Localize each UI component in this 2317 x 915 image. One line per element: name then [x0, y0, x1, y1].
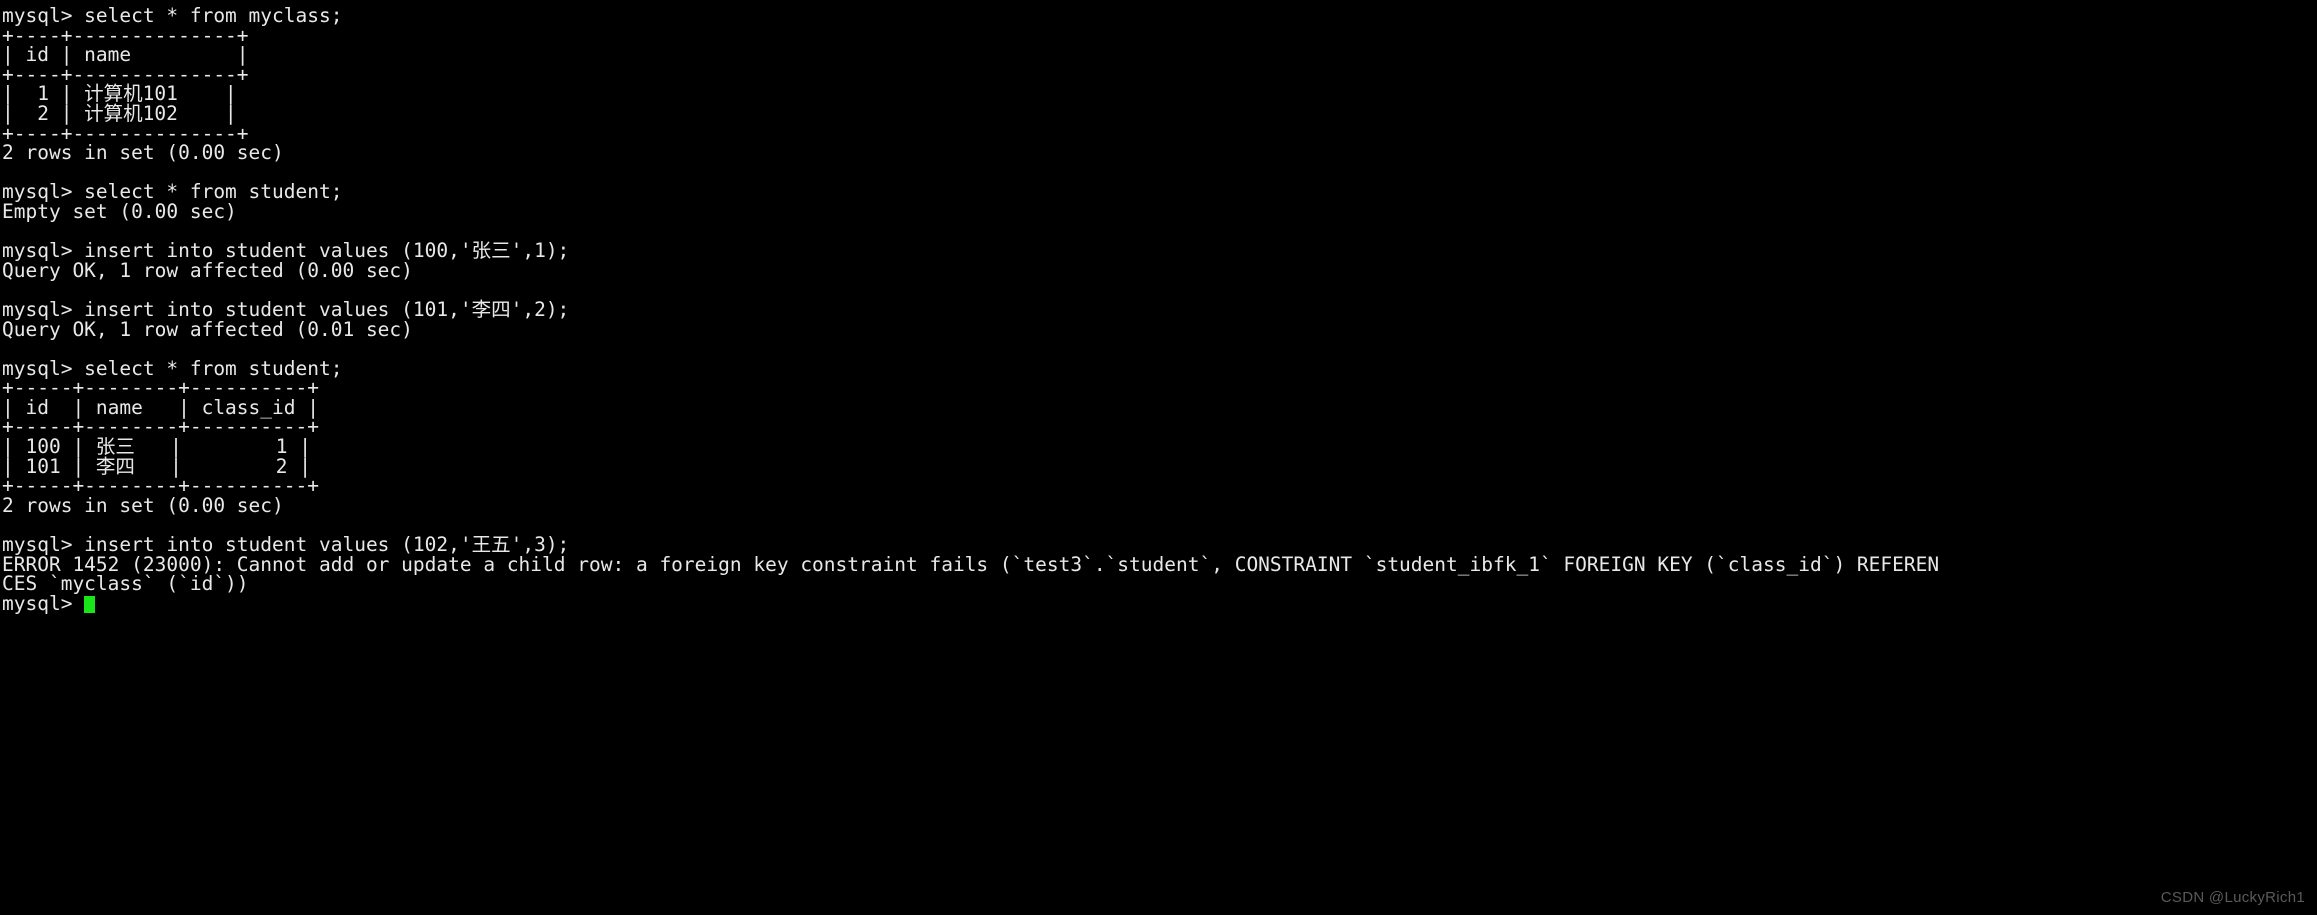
- terminal-output: mysql> select * from myclass; +----+-----…: [2, 6, 2317, 594]
- terminal-line: | id | name | class_id |: [2, 395, 319, 419]
- terminal-line: +-----+--------+----------+: [2, 474, 319, 498]
- terminal-line: Empty set (0.00 sec): [2, 199, 237, 223]
- terminal-active-prompt-line[interactable]: mysql>: [2, 594, 2317, 614]
- text-cursor: [84, 595, 96, 613]
- terminal-window[interactable]: mysql> select * from myclass; +----+-----…: [0, 0, 2317, 915]
- terminal-line: Query OK, 1 row affected (0.01 sec): [2, 317, 413, 341]
- terminal-line: +----+--------------+: [2, 23, 249, 47]
- terminal-line: | id | name |: [2, 43, 249, 67]
- terminal-line: +----+--------------+: [2, 62, 249, 86]
- terminal-line: | 2 | 计算机102 |: [2, 101, 237, 125]
- terminal-line: 2 rows in set (0.00 sec): [2, 493, 284, 517]
- terminal-line: mysql> insert into student values (101,'…: [2, 297, 570, 321]
- terminal-line: mysql> insert into student values (100,'…: [2, 239, 570, 263]
- terminal-line: ERROR 1452 (23000): Cannot add or update…: [2, 552, 1940, 576]
- terminal-line: | 101 | 李四 | 2 |: [2, 454, 312, 478]
- terminal-line: +-----+--------+----------+: [2, 415, 319, 439]
- terminal-line: mysql> insert into student values (102,'…: [2, 533, 570, 557]
- terminal-line: | 100 | 张三 | 1 |: [2, 435, 312, 459]
- terminal-line: | 1 | 计算机101 |: [2, 82, 237, 106]
- terminal-line: 2 rows in set (0.00 sec): [2, 141, 284, 165]
- terminal-line: CES `myclass` (`id`)): [2, 572, 249, 596]
- terminal-line: +----+--------------+: [2, 121, 249, 145]
- terminal-line: mysql> select * from myclass;: [2, 4, 343, 27]
- terminal-line: mysql> select * from student;: [2, 180, 343, 204]
- prompt-label: mysql>: [2, 591, 85, 615]
- terminal-line: +-----+--------+----------+: [2, 376, 319, 400]
- terminal-line: Query OK, 1 row affected (0.00 sec): [2, 258, 413, 282]
- watermark-label: CSDN @LuckyRich1: [2160, 889, 2305, 907]
- terminal-line: mysql> select * from student;: [2, 356, 343, 380]
